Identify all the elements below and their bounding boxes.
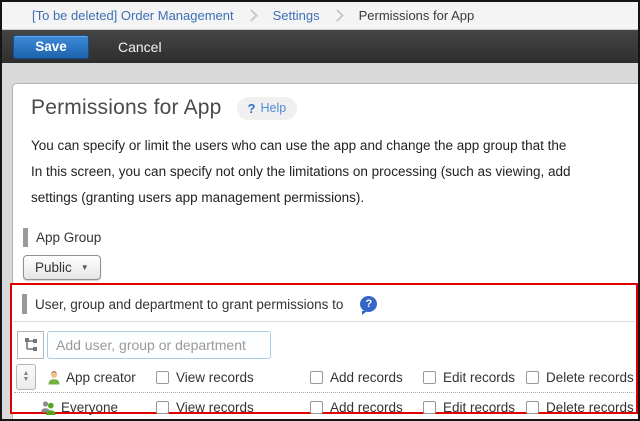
permissions-heading: User, group and department to grant perm… — [22, 294, 377, 314]
checkbox-label[interactable]: Edit records — [443, 400, 515, 415]
help-link[interactable]: ? Help — [237, 97, 298, 120]
reorder-handle[interactable]: ▲ ▼ — [16, 364, 36, 390]
edit-records-checkbox[interactable] — [423, 371, 436, 384]
checkbox-label[interactable]: Add records — [330, 370, 403, 385]
breadcrumb-settings-link[interactable]: Settings — [273, 8, 320, 23]
add-records-checkbox[interactable] — [310, 371, 323, 384]
arrow-down-icon: ▼ — [23, 377, 30, 383]
app-group-dropdown[interactable]: Public ▼ — [23, 255, 101, 280]
intro-line-1: You can specify or limit the users who c… — [31, 133, 640, 159]
checkbox-delete-records: Delete records — [526, 363, 634, 392]
accent-bar — [23, 228, 28, 247]
add-records-checkbox[interactable] — [310, 401, 323, 414]
chevron-right-icon — [245, 9, 258, 22]
view-records-checkbox[interactable] — [156, 401, 169, 414]
checkbox-add-records: Add records — [310, 363, 403, 392]
single-user-icon — [46, 370, 62, 386]
org-tree-icon — [23, 337, 39, 353]
chevron-right-icon — [331, 9, 344, 22]
save-button[interactable]: Save — [13, 35, 89, 59]
delete-records-checkbox[interactable] — [526, 371, 539, 384]
org-tree-picker-button[interactable] — [17, 331, 44, 359]
checkbox-delete-records: Delete records — [526, 393, 634, 421]
checkbox-label[interactable]: Delete records — [546, 400, 634, 415]
permission-row-everyone: Everyone View records Add records Edit r… — [12, 393, 636, 421]
breadcrumb: [To be deleted] Order Management Setting… — [2, 2, 638, 30]
checkbox-label[interactable]: View records — [176, 370, 254, 385]
checkbox-edit-records: Edit records — [423, 393, 515, 421]
user-group-icon — [40, 400, 57, 416]
help-link-label: Help — [261, 101, 287, 115]
entity-picker-row — [17, 331, 271, 359]
add-entity-input[interactable] — [47, 331, 271, 359]
intro-text: You can specify or limit the users who c… — [31, 133, 640, 211]
question-mark-icon: ? — [248, 101, 256, 116]
checkbox-edit-records: Edit records — [423, 363, 515, 392]
checkbox-label[interactable]: Delete records — [546, 370, 634, 385]
intro-line-3: settings (granting users app management … — [31, 185, 640, 211]
checkbox-label[interactable]: Add records — [330, 400, 403, 415]
chevron-down-icon: ▼ — [81, 263, 89, 272]
intro-line-2: In this screen, you can specify not only… — [31, 159, 640, 185]
app-group-selected-value: Public — [35, 260, 72, 275]
permission-rows: ▲ ▼ App creator View records — [12, 363, 636, 421]
edit-records-checkbox[interactable] — [423, 401, 436, 414]
content-area: Permissions for App ? Help You can speci… — [2, 63, 638, 421]
view-records-checkbox[interactable] — [156, 371, 169, 384]
checkbox-label[interactable]: Edit records — [443, 370, 515, 385]
help-balloon-icon[interactable]: ? — [360, 296, 377, 312]
permissions-section-annotated: User, group and department to grant perm… — [10, 283, 638, 414]
delete-records-checkbox[interactable] — [526, 401, 539, 414]
accent-bar — [22, 294, 27, 314]
action-toolbar: Save Cancel — [2, 30, 638, 63]
divider — [13, 321, 635, 322]
app-window: [To be deleted] Order Management Setting… — [0, 0, 640, 421]
entity-name: App creator — [46, 363, 136, 392]
checkbox-view-records: View records — [156, 363, 254, 392]
entity-name: Everyone — [40, 393, 118, 421]
permission-row-app-creator: ▲ ▼ App creator View records — [12, 363, 636, 392]
breadcrumb-app-link[interactable]: [To be deleted] Order Management — [32, 8, 234, 23]
checkbox-add-records: Add records — [310, 393, 403, 421]
app-group-label: App Group — [23, 228, 640, 247]
cancel-button[interactable]: Cancel — [118, 39, 162, 55]
checkbox-view-records: View records — [156, 393, 254, 421]
breadcrumb-current-page: Permissions for App — [359, 8, 475, 23]
page-title: Permissions for App — [31, 96, 222, 120]
checkbox-label[interactable]: View records — [176, 400, 254, 415]
